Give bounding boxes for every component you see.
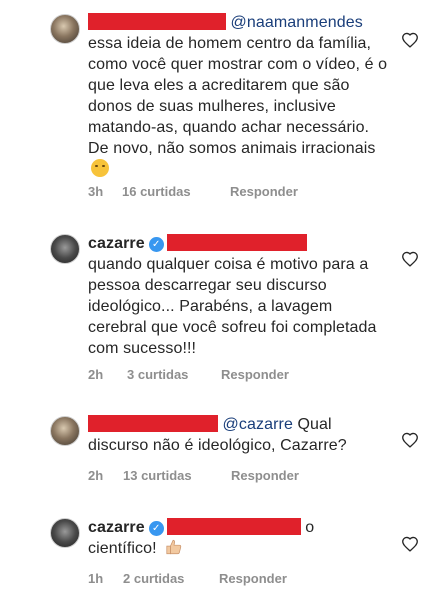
comment-body: @cazarre Qual discurso não é ideológico,… <box>88 414 388 456</box>
comment-body: cazarre ✓ quando qualquer coisa é motivo … <box>88 233 388 359</box>
comment-text: quando qualquer coisa é motivo para a pe… <box>88 256 377 357</box>
comment-meta: 2h 13 curtidas Responder <box>88 468 299 483</box>
comment-text: científico! <box>88 540 157 557</box>
likes-count[interactable]: 3 curtidas <box>127 367 221 382</box>
verified-badge-icon: ✓ <box>148 521 164 536</box>
heart-icon[interactable] <box>401 432 419 448</box>
comment-body: @naamanmendes essa ideia de homem centro… <box>88 12 388 180</box>
comment-text-inline: Qual <box>297 416 332 433</box>
mention-link[interactable]: @naamanmendes <box>231 14 363 31</box>
comment-text: essa ideia de homem centro da família, c… <box>88 35 388 157</box>
reply-button[interactable]: Responder <box>230 184 298 199</box>
reply-button[interactable]: Responder <box>221 367 289 382</box>
mention-link[interactable]: @cazarre <box>223 416 293 433</box>
likes-count[interactable]: 2 curtidas <box>123 571 219 586</box>
avatar[interactable] <box>50 14 80 44</box>
comment-meta: 2h 3 curtidas Responder <box>88 367 289 382</box>
avatar[interactable] <box>50 518 80 548</box>
thumbs-up-icon <box>166 539 182 555</box>
avatar[interactable] <box>50 416 80 446</box>
comment-time: 2h <box>88 468 104 483</box>
comment-body: cazarre ✓ o científico! <box>88 517 388 559</box>
comment-meta: 3h 16 curtidas Responder <box>88 184 298 199</box>
comment-meta: 1h 2 curtidas Responder <box>88 571 287 586</box>
redacted-username <box>88 13 226 30</box>
username-link[interactable]: cazarre <box>88 519 145 536</box>
reply-button[interactable]: Responder <box>231 468 299 483</box>
comment-text: discurso não é ideológico, Cazarre? <box>88 437 347 454</box>
avatar[interactable] <box>50 234 80 264</box>
redacted-text <box>166 518 301 535</box>
username-link[interactable]: cazarre <box>88 235 145 252</box>
likes-count[interactable]: 13 curtidas <box>123 468 231 483</box>
heart-icon[interactable] <box>401 32 419 48</box>
redacted-username <box>88 415 218 432</box>
verified-badge-icon: ✓ <box>148 237 164 252</box>
comment-time: 1h <box>88 571 104 586</box>
likes-count[interactable]: 16 curtidas <box>122 184 230 199</box>
comment-time: 2h <box>88 367 104 382</box>
comment-time: 3h <box>88 184 104 199</box>
comment-text-inline: o <box>305 519 315 536</box>
redacted-text <box>166 234 307 251</box>
heart-icon[interactable] <box>401 536 419 552</box>
heart-icon[interactable] <box>401 251 419 267</box>
reply-button[interactable]: Responder <box>219 571 287 586</box>
winking-face-icon <box>91 159 109 177</box>
